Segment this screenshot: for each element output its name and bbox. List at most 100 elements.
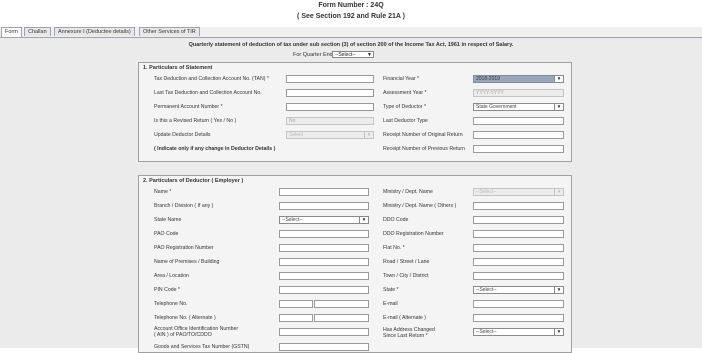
address-changed-label-line2: Since Last Return *	[383, 333, 428, 339]
state-value: --Select--	[476, 287, 497, 293]
telephone-number-field[interactable]	[314, 300, 369, 308]
pin-code-label: PIN Code *	[154, 287, 180, 293]
address-changed-value: --Select--	[476, 329, 497, 335]
revised-return-label: Is this a Revised Return ( Yes / No )	[154, 118, 237, 124]
deductor-type-value: State Government	[476, 104, 517, 110]
telephone-alt-number-field[interactable]	[314, 314, 369, 322]
last-tan-label: Last Tax Deduction and Collection Accoun…	[154, 90, 262, 96]
branch-label: Branch / Division ( If any )	[154, 203, 214, 209]
flat-no-label: Flat No. *	[383, 245, 405, 251]
update-deductor-label: Update Deductor Details	[154, 132, 211, 138]
chevron-down-icon: ▼	[359, 217, 368, 223]
update-deductor-select[interactable]: Select ▼	[286, 131, 374, 139]
ministry-others-field[interactable]	[473, 202, 564, 210]
financial-year-value: 2018-2019	[476, 76, 500, 82]
address-changed-select[interactable]: --Select-- ▼	[473, 328, 564, 336]
receipt-original-label: Receipt Number of Original Return	[383, 132, 463, 138]
ain-field[interactable]	[279, 328, 369, 336]
last-deductor-type-label: Last Deductor Type	[383, 118, 428, 124]
form-subtitle: ( See Section 192 and Rule 21A )	[297, 13, 405, 20]
last-tan-field[interactable]	[286, 89, 374, 97]
receipt-original-field[interactable]	[473, 131, 564, 139]
state-name-value: --Select--	[282, 217, 303, 223]
form-title: Form Number : 24Q	[318, 2, 384, 9]
premises-field[interactable]	[279, 258, 369, 266]
tab-other-services[interactable]: Other Services of TIR	[139, 27, 200, 36]
chevron-down-icon: ▼	[554, 287, 563, 293]
section-title: 2. Particulars of Deductor ( Employer )	[143, 178, 244, 184]
name-label: Name *	[154, 189, 172, 195]
branch-field[interactable]	[279, 202, 369, 210]
last-deductor-type-field[interactable]	[473, 117, 564, 125]
indicate-change-note: ( Indicate only if any change in Deducto…	[154, 146, 276, 152]
ministry-others-label: Ministry / Dept. Name ( Others )	[383, 203, 457, 209]
tan-field[interactable]	[286, 75, 374, 83]
road-label: Road / Street / Lane	[383, 259, 430, 265]
particulars-of-deductor-panel: 2. Particulars of Deductor ( Employer ) …	[138, 175, 572, 353]
assessment-year-field[interactable]: YYYY-YYYY	[473, 89, 564, 97]
state-name-label: State Name	[154, 217, 182, 223]
state-name-select[interactable]: --Select-- ▼	[279, 216, 369, 224]
town-label: Town / City / District	[383, 273, 429, 279]
chevron-down-icon: ▼	[554, 76, 563, 82]
pao-registration-field[interactable]	[279, 244, 369, 252]
road-field[interactable]	[473, 258, 564, 266]
ain-label-line2: ( AIN ) of PAO/TO/CDDO	[154, 332, 212, 338]
ministry-select[interactable]: --Select-- ▼	[473, 188, 564, 196]
tan-label: Tax Deduction and Collection Account No.…	[154, 76, 269, 82]
assessment-year-value: YYYY-YYYY	[476, 90, 504, 96]
receipt-previous-label: Receipt Number of Previous Return	[383, 146, 465, 152]
update-deductor-value: Select	[289, 132, 303, 138]
deductor-type-label: Type of Deductor *	[383, 104, 426, 110]
gstn-field[interactable]	[279, 343, 369, 351]
telephone-std-field[interactable]	[279, 300, 313, 308]
ministry-label: Ministry / Dept. Name	[383, 189, 433, 195]
pao-code-field[interactable]	[279, 230, 369, 238]
section-title: 1. Particulars of Statement	[143, 65, 213, 71]
tab-form[interactable]: Form	[1, 27, 22, 37]
pin-code-field[interactable]	[279, 286, 369, 294]
email-label: E-mail	[383, 301, 398, 307]
statement-heading: Quarterly statement of deduction of tax …	[188, 42, 514, 48]
quarter-select[interactable]: --Select-- ▼	[332, 51, 374, 58]
email-alt-field[interactable]	[473, 314, 564, 322]
ddo-registration-label: DDO Registration Number	[383, 231, 444, 237]
particulars-of-statement-panel: 1. Particulars of Statement Tax Deductio…	[138, 62, 572, 162]
ddo-code-label: DDO Code	[383, 217, 409, 223]
name-field[interactable]	[279, 188, 369, 196]
assessment-year-label: Assessment Year *	[383, 90, 427, 96]
quarter-select-value: --Select--	[335, 52, 356, 58]
area-label: Area / Location	[154, 273, 189, 279]
chevron-down-icon: ▼	[367, 52, 372, 58]
telephone-label: Telephone No.	[154, 301, 188, 307]
chevron-down-icon: ▼	[554, 104, 563, 110]
pao-registration-label: PAO Registration Number	[154, 245, 214, 251]
tab-annexure-1[interactable]: Annexure I (Deductee details)	[54, 27, 135, 36]
telephone-alt-std-field[interactable]	[279, 314, 313, 322]
pan-label: Permanent Account Number *	[154, 104, 223, 110]
deductor-type-select[interactable]: State Government ▼	[473, 103, 564, 111]
pan-field[interactable]	[286, 103, 374, 111]
pao-code-label: PAO Code	[154, 231, 179, 237]
town-field[interactable]	[473, 272, 564, 280]
ddo-registration-field[interactable]	[473, 230, 564, 238]
ddo-code-field[interactable]	[473, 216, 564, 224]
telephone-alt-label: Telephone No. ( Alternate )	[154, 315, 216, 321]
financial-year-label: Financial Year *	[383, 76, 420, 82]
receipt-previous-field[interactable]	[473, 145, 564, 153]
tab-bar: Form Challan Annexure I (Deductee detail…	[0, 27, 702, 38]
email-alt-label: E-mail ( Alternate )	[383, 315, 426, 321]
chevron-down-icon: ▼	[554, 329, 563, 335]
email-field[interactable]	[473, 300, 564, 308]
state-select[interactable]: --Select-- ▼	[473, 286, 564, 294]
form-body: Quarterly statement of deduction of tax …	[0, 38, 702, 353]
revised-return-field[interactable]: No	[286, 117, 374, 125]
area-field[interactable]	[279, 272, 369, 280]
form-header: Form Number : 24Q ( See Section 192 and …	[0, 0, 702, 26]
premises-label: Name of Premises / Building	[154, 259, 220, 265]
state-label: State *	[383, 287, 399, 293]
flat-no-field[interactable]	[473, 244, 564, 252]
chevron-down-icon: ▼	[364, 132, 373, 138]
tab-challan[interactable]: Challan	[24, 27, 51, 36]
financial-year-select[interactable]: 2018-2019 ▼	[473, 75, 564, 83]
